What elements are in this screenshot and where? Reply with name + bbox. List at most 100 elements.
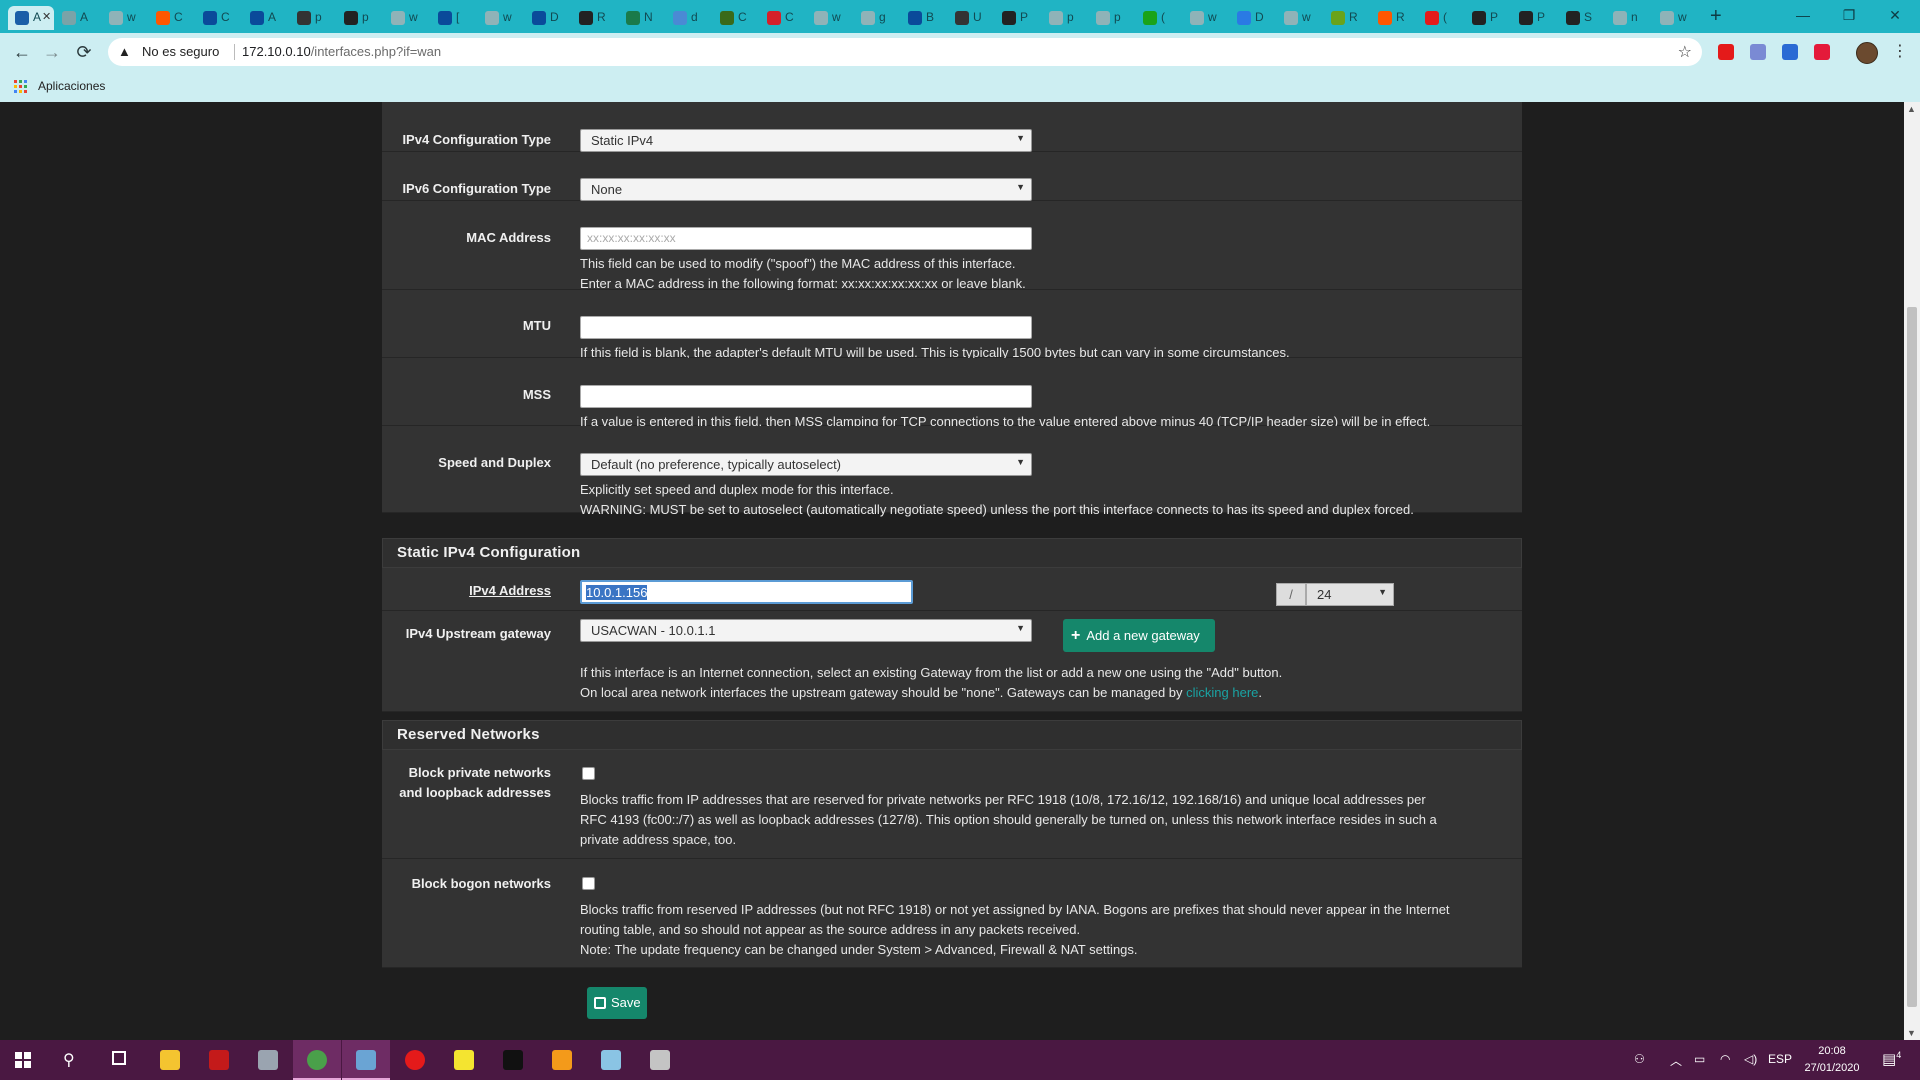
wifi-icon[interactable]: ◠ [1720, 1052, 1730, 1066]
browser-tab[interactable]: w [1653, 6, 1699, 30]
menu-kebab-icon[interactable]: ⋮ [1892, 41, 1908, 61]
browser-tab[interactable]: A [243, 6, 289, 30]
language-indicator[interactable]: ESP [1768, 1052, 1792, 1066]
scroll-down-icon[interactable]: ▼ [1907, 1028, 1916, 1038]
save-button[interactable]: Save [587, 987, 647, 1019]
block-bogon-checkbox[interactable] [582, 877, 595, 890]
block-private-checkbox[interactable] [582, 767, 595, 780]
clicking-here-link[interactable]: clicking here [1186, 685, 1258, 700]
taskbar-app-terminal[interactable] [489, 1040, 537, 1080]
start-button[interactable] [0, 1040, 48, 1080]
browser-tab[interactable]: B [901, 6, 947, 30]
taskbar-app-sticky-notes[interactable] [440, 1040, 488, 1080]
search-button[interactable]: ⚲ [48, 1040, 96, 1080]
gateway-select[interactable]: USACWAN - 10.0.1.1 ▼ [580, 619, 1032, 642]
browser-tab[interactable]: R [1324, 6, 1370, 30]
browser-tab[interactable]: C [149, 6, 195, 30]
browser-tab[interactable]: P [1465, 6, 1511, 30]
browser-tab[interactable]: D [525, 6, 571, 30]
warning-icon[interactable]: ▲ [118, 44, 131, 59]
tab-favicon-icon [62, 11, 76, 25]
apps-bookmark[interactable]: Aplicaciones [38, 79, 105, 93]
security-label[interactable]: No es seguro [142, 44, 219, 59]
speed-help-2: WARNING: MUST be set to autoselect (auto… [580, 502, 1414, 517]
apps-grid-icon[interactable] [14, 80, 28, 94]
taskbar-app-chrome[interactable] [293, 1040, 341, 1080]
taskbar-app-virtualbox[interactable] [342, 1040, 390, 1080]
browser-tab[interactable]: w [102, 6, 148, 30]
mtu-input[interactable] [580, 316, 1032, 339]
forward-button[interactable]: → [40, 41, 64, 63]
browser-tab[interactable]: g [854, 6, 900, 30]
minimize-button[interactable]: — [1780, 0, 1826, 33]
new-tab-button[interactable]: + [1710, 4, 1722, 28]
volume-icon[interactable]: ◁) [1744, 1052, 1757, 1066]
tray-chevron-icon[interactable]: ︿ [1670, 1052, 1682, 1069]
browser-tab[interactable]: A ✕ [8, 6, 54, 30]
people-icon[interactable]: ⚇ [1634, 1052, 1645, 1066]
extension-icon[interactable] [1718, 44, 1734, 60]
browser-tab[interactable]: R [572, 6, 618, 30]
add-gateway-button[interactable]: + Add a new gateway [1063, 619, 1215, 652]
browser-tab[interactable]: [ [431, 6, 477, 30]
clock[interactable]: 20:08 27/01/2020 [1790, 1043, 1874, 1077]
browser-tab[interactable]: A [55, 6, 101, 30]
restore-button[interactable]: ❐ [1826, 0, 1872, 33]
page-scrollbar[interactable]: ▲ ▼ [1904, 102, 1920, 1040]
browser-tab[interactable]: C [760, 6, 806, 30]
browser-tab[interactable]: P [995, 6, 1041, 30]
notifications-icon[interactable]: ▤4 [1882, 1050, 1901, 1068]
ipv4-config-select[interactable]: Static IPv4 ▼ [580, 129, 1032, 152]
browser-tab[interactable]: n [1606, 6, 1652, 30]
browser-tab[interactable]: w [478, 6, 524, 30]
browser-tab[interactable]: P [1512, 6, 1558, 30]
browser-tab[interactable]: d [666, 6, 712, 30]
taskbar-app-sublime[interactable] [538, 1040, 586, 1080]
browser-tab[interactable]: C [196, 6, 242, 30]
extension-icon[interactable] [1750, 44, 1766, 60]
browser-tab[interactable]: R [1371, 6, 1417, 30]
cidr-select[interactable]: 24 ▼ [1306, 583, 1394, 606]
taskbar-app-red-app[interactable] [195, 1040, 243, 1080]
browser-tab[interactable]: ( [1418, 6, 1464, 30]
extension-icon[interactable] [1782, 44, 1798, 60]
browser-tab[interactable]: p [1042, 6, 1088, 30]
address-bar[interactable]: ▲ No es seguro 172.10.0.10/interfaces.ph… [108, 38, 1702, 66]
close-window-button[interactable]: ✕ [1872, 0, 1918, 33]
close-tab-icon[interactable]: ✕ [42, 10, 51, 23]
browser-tab[interactable]: U [948, 6, 994, 30]
profile-avatar[interactable] [1856, 42, 1878, 64]
browser-tab[interactable]: ( [1136, 6, 1182, 30]
taskbar-app-app-blue[interactable] [587, 1040, 635, 1080]
extension-icon[interactable] [1814, 44, 1830, 60]
ipv6-config-select[interactable]: None ▼ [580, 178, 1032, 201]
browser-tab[interactable]: S [1559, 6, 1605, 30]
browser-tab[interactable]: N [619, 6, 665, 30]
mss-input[interactable] [580, 385, 1032, 408]
taskbar-app-app-gear[interactable] [636, 1040, 684, 1080]
browser-tab[interactable]: w [1183, 6, 1229, 30]
task-view-button[interactable] [96, 1040, 144, 1080]
taskbar-app-network-app[interactable] [244, 1040, 292, 1080]
browser-tab[interactable]: p [337, 6, 383, 30]
browser-tab[interactable]: w [384, 6, 430, 30]
url-text[interactable]: 172.10.0.10/interfaces.php?if=wan [242, 44, 441, 59]
browser-tab[interactable]: p [290, 6, 336, 30]
battery-icon[interactable]: ▭ [1694, 1052, 1705, 1066]
taskbar-app-opera[interactable] [391, 1040, 439, 1080]
browser-tab[interactable]: w [1277, 6, 1323, 30]
reload-button[interactable]: ⟳ [72, 41, 96, 63]
speed-duplex-select[interactable]: Default (no preference, typically autose… [580, 453, 1032, 476]
task-view-icon [112, 1051, 126, 1065]
browser-tab[interactable]: C [713, 6, 759, 30]
mac-address-input[interactable]: xx:xx:xx:xx:xx:xx [580, 227, 1032, 250]
browser-tab[interactable]: p [1089, 6, 1135, 30]
ipv4-address-input[interactable]: 10.0.1.156 [580, 580, 913, 604]
browser-tab[interactable]: D [1230, 6, 1276, 30]
scrollbar-thumb[interactable] [1907, 307, 1917, 1007]
bookmark-star-icon[interactable]: ☆ [1678, 42, 1692, 62]
scroll-up-icon[interactable]: ▲ [1907, 104, 1916, 114]
back-button[interactable]: ← [10, 41, 34, 63]
browser-tab[interactable]: w [807, 6, 853, 30]
taskbar-app-file-explorer[interactable] [146, 1040, 194, 1080]
